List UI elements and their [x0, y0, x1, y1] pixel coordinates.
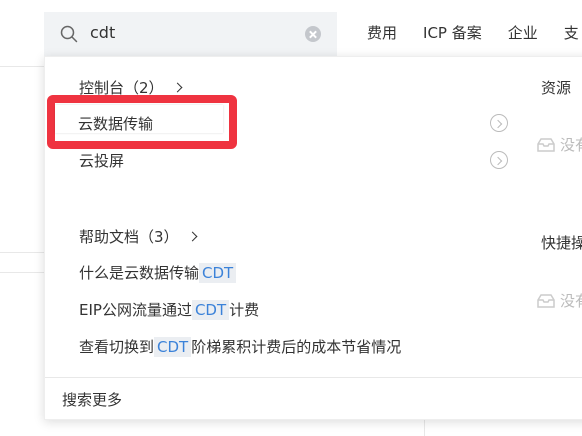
help-item-text: 查看切换到 [79, 338, 155, 356]
help-item[interactable]: 什么是云数据传输 CDT [79, 262, 237, 283]
dropdown-divider [45, 377, 582, 378]
chevron-right-icon [172, 82, 182, 93]
help-section-header[interactable]: 帮助文档（3） [79, 226, 197, 247]
search-bar[interactable]: cdt [44, 12, 337, 56]
chevron-right-icon [187, 231, 197, 242]
header-divider [0, 66, 44, 67]
content-divider [424, 418, 425, 436]
keyword-highlight: CDT [199, 263, 237, 283]
console-item-screen-cast[interactable]: 云投屏 [79, 150, 124, 171]
empty-box-icon [537, 293, 555, 308]
search-dropdown: 控制台（2） 云数据传输 云投屏 帮助文档（3） 什么是云数据传输 CDT EIP… [44, 56, 582, 420]
resources-empty: 没有 [536, 134, 582, 155]
help-item-text: EIP公网流量通过 [79, 301, 192, 319]
search-icon [60, 25, 78, 43]
nav-item-enterprise[interactable]: 企业 [508, 22, 538, 43]
search-more-link[interactable]: 搜索更多 [62, 389, 122, 410]
top-nav: 费用 ICP 备案 企业 支 [367, 22, 582, 43]
nav-item-support[interactable]: 支 [564, 22, 579, 43]
help-section-title: 帮助文档（3） [79, 228, 179, 246]
nav-item-icp[interactable]: ICP 备案 [423, 22, 482, 43]
keyword-highlight: CDT [191, 300, 230, 320]
resources-title: 资源 [541, 79, 572, 97]
shortcuts-title: 快捷操 [541, 234, 582, 252]
circle-arrow-icon[interactable] [490, 114, 508, 132]
empty-text: 没有 [560, 136, 582, 154]
search-input[interactable]: cdt [90, 23, 115, 42]
empty-box-icon [537, 137, 555, 152]
help-item[interactable]: 查看切换到 CDT 阶梯累积计费后的成本节省情况 [79, 336, 401, 357]
help-item-text: 阶梯累积计费后的成本节省情况 [191, 338, 402, 356]
empty-text: 没有 [560, 292, 582, 310]
help-item-text: 计费 [229, 301, 260, 319]
content-divider [0, 272, 44, 273]
help-item[interactable]: EIP公网流量通过 CDT 计费 [79, 299, 259, 320]
clear-icon[interactable] [305, 26, 321, 42]
content-divider [0, 252, 44, 253]
console-item-cdt[interactable]: 云数据传输 [78, 113, 153, 134]
nav-item-fees[interactable]: 费用 [367, 22, 397, 43]
shortcuts-empty: 没有 [536, 290, 582, 311]
help-item-text: 什么是云数据传输 [79, 264, 200, 282]
keyword-highlight: CDT [154, 337, 192, 357]
circle-arrow-icon[interactable] [490, 151, 508, 169]
